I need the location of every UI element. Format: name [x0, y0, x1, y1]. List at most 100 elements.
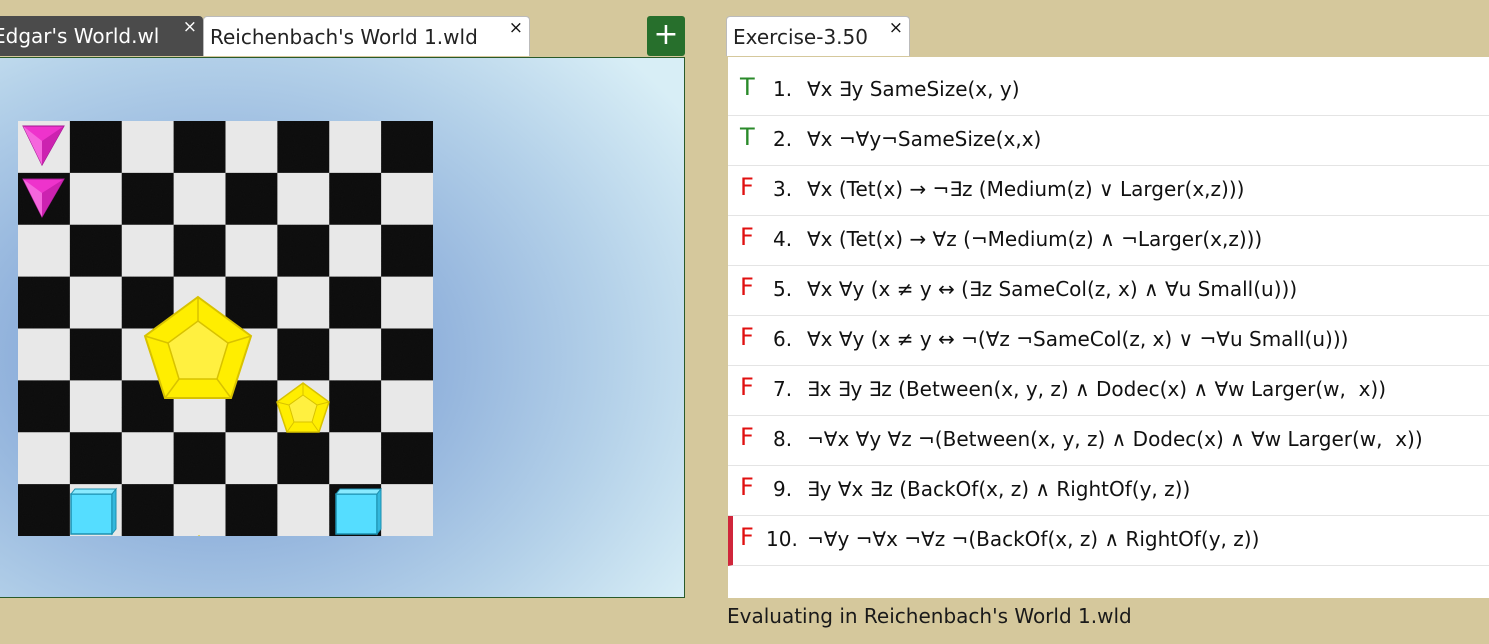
- square-texture: [329, 276, 382, 330]
- square-texture: [18, 276, 71, 330]
- truth-value: T: [740, 73, 755, 101]
- square-texture: [277, 224, 330, 278]
- square-texture: [69, 121, 123, 174]
- light-square[interactable]: [225, 121, 278, 174]
- sentence-formula: ∃x ∃y ∃z (Between(x, y, z) ∧ Dodec(x) ∧ …: [807, 377, 1387, 401]
- sentence-formula: ∀x ∀y (x ≠ y ↔ ¬(∀z ¬SameCol(z, x) ∨ ¬∀u…: [807, 327, 1349, 351]
- sentence-formula: ¬∀y ¬∀x ¬∀z ¬(BackOf(x, z) ∧ RightOf(y, …: [807, 527, 1260, 551]
- chess-board[interactable]: [18, 121, 433, 536]
- sentence-row[interactable]: F 5. ∀x ∀y (x ≠ y ↔ (∃z SameCol(z, x) ∧ ∀u…: [728, 266, 1489, 316]
- sentence-number: 9.: [773, 477, 793, 501]
- sentence-number: 1.: [773, 77, 793, 101]
- sentence-formula: ∀x ¬∀y¬SameSize(x,x): [807, 127, 1042, 151]
- light-square[interactable]: [329, 121, 382, 174]
- truth-value: F: [740, 323, 754, 351]
- square-texture: [69, 328, 123, 381]
- tab-exercise[interactable]: Exercise-3.50 ×: [726, 16, 910, 56]
- square-texture: [329, 172, 382, 226]
- square-texture: [173, 432, 227, 485]
- light-square[interactable]: [121, 224, 175, 278]
- sentence-formula: ∀x ∀y (x ≠ y ↔ (∃z SameCol(z, x) ∧ ∀u Sm…: [807, 277, 1298, 301]
- light-square[interactable]: [69, 380, 123, 433]
- square-texture: [18, 380, 71, 433]
- square-texture: [173, 224, 227, 278]
- sentence-row[interactable]: F 6. ∀x ∀y (x ≠ y ↔ ¬(∀z ¬SameCol(z, x) ∨ …: [728, 316, 1489, 366]
- light-square[interactable]: [18, 224, 71, 278]
- light-square[interactable]: [277, 172, 330, 226]
- light-square[interactable]: [329, 432, 382, 485]
- sentence-row[interactable]: F 10. ¬∀y ¬∀x ¬∀z ¬(BackOf(x, z) ∧ RightOf…: [728, 516, 1489, 566]
- truth-value: T: [740, 123, 755, 151]
- light-square[interactable]: [225, 224, 278, 278]
- light-square[interactable]: [381, 172, 433, 226]
- close-icon[interactable]: ×: [509, 19, 523, 37]
- truth-value: F: [740, 273, 754, 301]
- sentence-row[interactable]: F 7. ∃x ∃y ∃z (Between(x, y, z) ∧ Dodec(x)…: [728, 366, 1489, 416]
- square-texture: [18, 484, 71, 536]
- light-square[interactable]: [121, 432, 175, 485]
- square-texture: [225, 172, 278, 226]
- light-square[interactable]: [381, 276, 433, 330]
- add-tab-button[interactable]: +: [647, 16, 685, 56]
- sentence-row[interactable]: T 2. ∀x ¬∀y¬SameSize(x,x): [728, 116, 1489, 166]
- light-square[interactable]: [277, 276, 330, 330]
- tab-edgars-world[interactable]: Edgar's World.wl ×: [0, 16, 203, 56]
- sentence-formula: ¬∀x ∀y ∀z ¬(Between(x, y, z) ∧ Dodec(x) …: [807, 427, 1423, 451]
- light-square[interactable]: [173, 484, 227, 536]
- sentence-list[interactable]: T 1. ∀x ∃y SameSize(x, y) T 2. ∀x ¬∀y¬SameSiz…: [728, 57, 1489, 598]
- light-square[interactable]: [18, 328, 71, 381]
- sentence-formula: ∀x (Tet(x) → ¬∃z (Medium(z) ∨ Larger(x,z…: [807, 177, 1245, 201]
- square-texture: [381, 328, 433, 381]
- sentence-number: 7.: [773, 377, 793, 401]
- sentence-number: 6.: [773, 327, 793, 351]
- sentence-number: 5.: [773, 277, 793, 301]
- square-texture: [329, 380, 382, 433]
- sentence-row[interactable]: F 9. ∃y ∀x ∃z (BackOf(x, z) ∧ RightOf(y, z…: [728, 466, 1489, 516]
- light-square[interactable]: [381, 380, 433, 433]
- square-texture: [173, 121, 227, 174]
- square-texture: [69, 224, 123, 278]
- light-square[interactable]: [381, 484, 433, 536]
- small-cube[interactable]: [69, 487, 118, 536]
- sentence-row[interactable]: T 1. ∀x ∃y SameSize(x, y): [728, 66, 1489, 116]
- square-texture: [69, 432, 123, 485]
- light-square[interactable]: [329, 328, 382, 381]
- truth-value: F: [740, 373, 754, 401]
- square-texture: [225, 276, 278, 330]
- world-view[interactable]: [0, 57, 685, 598]
- light-square[interactable]: [277, 484, 330, 536]
- square-texture: [277, 121, 330, 174]
- square-texture: [121, 172, 175, 226]
- tab-label: Exercise-3.50: [733, 24, 868, 49]
- light-square[interactable]: [18, 432, 71, 485]
- light-square[interactable]: [69, 172, 123, 226]
- sentence-formula: ∀x (Tet(x) → ∀z (¬Medium(z) ∧ ¬Larger(x,…: [807, 227, 1263, 251]
- light-square[interactable]: [329, 224, 382, 278]
- square-texture: [277, 328, 330, 381]
- light-square[interactable]: [69, 276, 123, 330]
- truth-value: F: [740, 473, 754, 501]
- square-texture: [381, 432, 433, 485]
- sentence-row[interactable]: F 3. ∀x (Tet(x) → ¬∃z (Medium(z) ∨ Larger(…: [728, 166, 1489, 216]
- truth-value: F: [740, 523, 754, 551]
- tab-reichenbachs-world[interactable]: Reichenbach's World 1.wld ×: [203, 16, 530, 56]
- list-top-padding: [728, 57, 1489, 66]
- status-bar: Evaluating in Reichenbach's World 1.wld: [727, 604, 1132, 628]
- sentence-row[interactable]: F 8. ¬∀x ∀y ∀z ¬(Between(x, y, z) ∧ Dodec(…: [728, 416, 1489, 466]
- close-icon[interactable]: ×: [889, 19, 903, 37]
- sentence-number: 4.: [773, 227, 793, 251]
- sentence-number: 3.: [773, 177, 793, 201]
- light-square[interactable]: [225, 432, 278, 485]
- light-square[interactable]: [173, 172, 227, 226]
- square-texture: [225, 484, 278, 536]
- light-square[interactable]: [121, 121, 175, 174]
- truth-value: F: [740, 423, 754, 451]
- sentence-number: 2.: [773, 127, 793, 151]
- small-cube[interactable]: [334, 487, 383, 536]
- tab-label: Edgar's World.wl: [0, 24, 160, 48]
- sentence-row[interactable]: F 4. ∀x (Tet(x) → ∀z (¬Medium(z) ∧ ¬Larger…: [728, 216, 1489, 266]
- square-texture: [381, 224, 433, 278]
- square-texture: [121, 484, 175, 536]
- sentence-formula: ∀x ∃y SameSize(x, y): [807, 77, 1020, 101]
- close-icon[interactable]: ×: [183, 18, 197, 36]
